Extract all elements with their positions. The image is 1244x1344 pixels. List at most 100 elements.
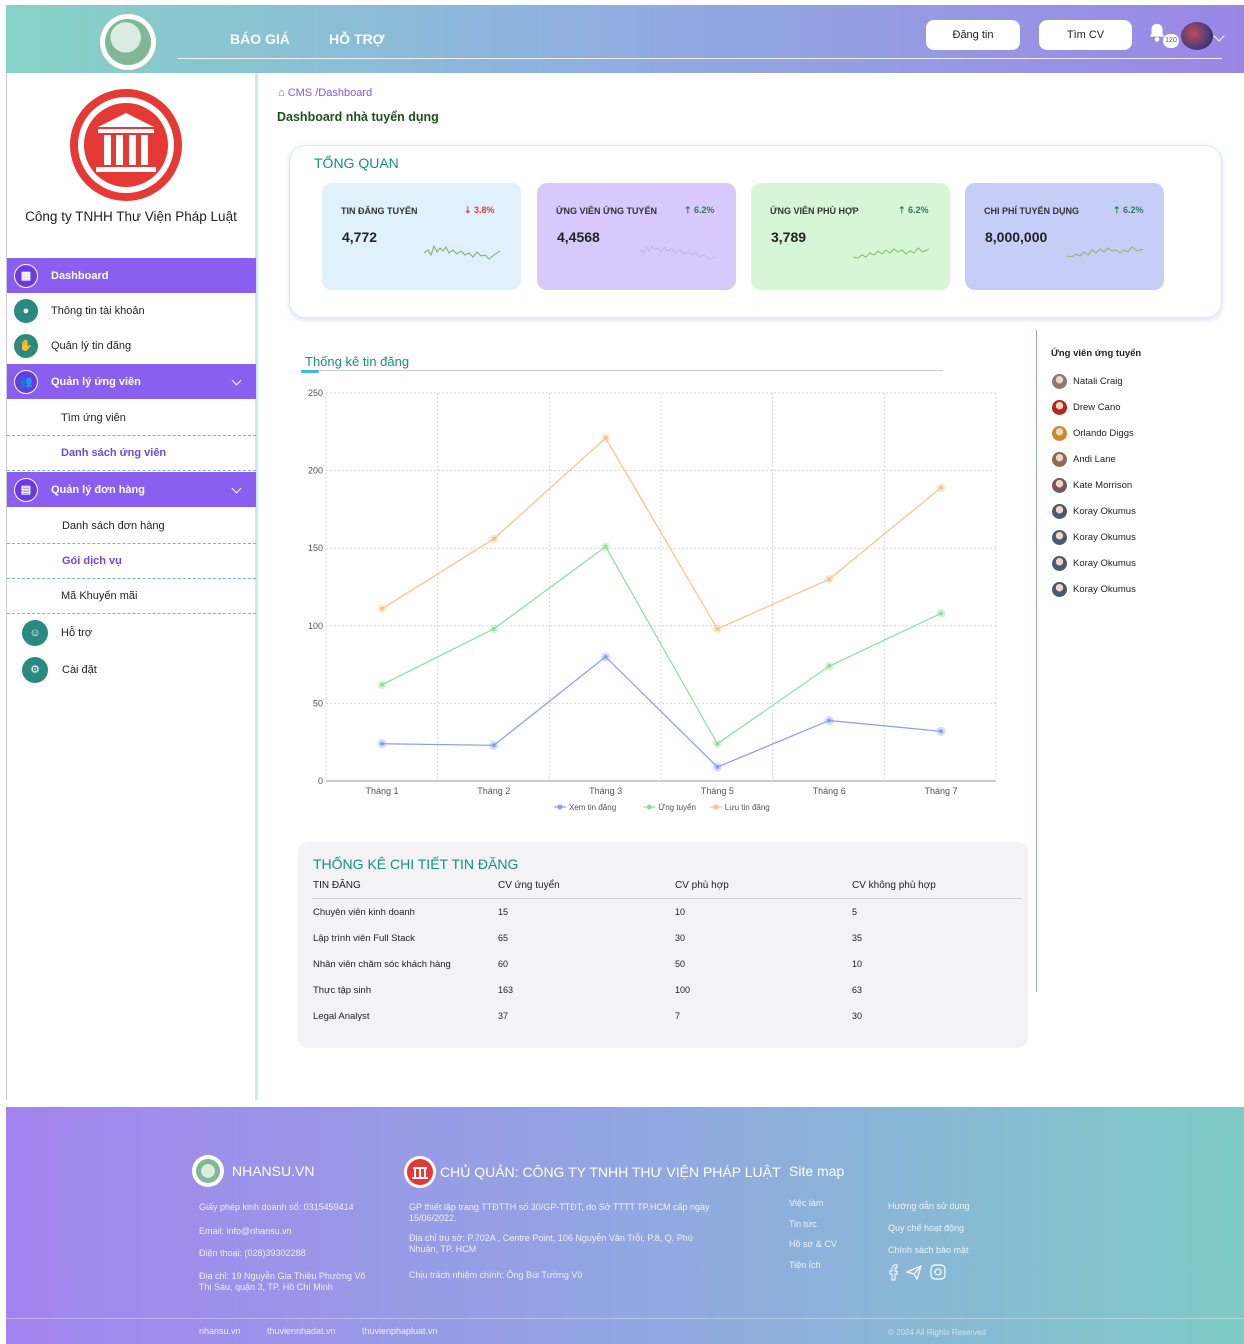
stat-delta-value: 6.2% (694, 205, 715, 215)
sidebar-item-settings[interactable]: ⚙ Cài đặt (15, 652, 264, 687)
candidate-item[interactable]: Koray Okumus (1052, 555, 1136, 571)
data-point-core (715, 626, 720, 631)
sidebar-item-support[interactable]: ☺ Hỗ trợ (15, 615, 264, 650)
chevron-down-icon (231, 483, 242, 494)
table-cell-title[interactable]: Thực tập sinh (313, 985, 371, 996)
company-name: Công ty TNHH Thư Viện Pháp Luật (25, 209, 237, 224)
x-tick-label: Tháng 2 (477, 786, 510, 796)
footer-phone[interactable]: Điện thoại: (028)39302288 (199, 1248, 379, 1259)
y-tick-label: 100 (308, 621, 323, 631)
footer-logo (192, 1155, 224, 1187)
arrow-up-icon: ⇡ (898, 205, 909, 215)
home-icon[interactable]: ⌂ (278, 87, 285, 99)
candidate-item[interactable]: Koray Okumus (1052, 581, 1136, 597)
breadcrumb-text[interactable]: CMS /Dashboard (288, 87, 372, 99)
legend-label: Ứng tuyển (658, 803, 696, 812)
stat-delta-value: 6.2% (908, 205, 929, 215)
table-cell: 35 (852, 933, 863, 943)
avatar (1052, 529, 1067, 545)
table-header: TIN ĐĂNG (313, 880, 361, 891)
sidebar-item-find-candidates[interactable]: Tìm ứng viên (7, 401, 256, 436)
table-cell-title[interactable]: Nhân viên chăm sóc khách hàng (313, 959, 451, 970)
sidebar-item-service-packages[interactable]: Gói dịch vụ (7, 544, 256, 579)
sidebar-item-order-list[interactable]: Danh sách đơn hàng (7, 509, 256, 544)
candidate-name: Koray Okumus (1073, 505, 1136, 517)
stat-label: CHI PHÍ TUYỂN DỤNG (984, 206, 1080, 216)
post-job-button[interactable]: Đăng tin (926, 20, 1020, 50)
document-icon: ▤ (14, 477, 38, 502)
sitemap-link[interactable]: Tin tức (789, 1219, 817, 1230)
user-avatar[interactable] (1181, 22, 1213, 50)
footer-link-thuviennhadat[interactable]: thuviennhadat.vn (267, 1326, 336, 1337)
sitemap-link[interactable]: Tiện ích (789, 1260, 821, 1271)
avatar (1052, 503, 1067, 519)
top-navbar: BÁO GIÁ HỖ TRỢ Đăng tin Tìm CV 120 (6, 5, 1244, 73)
footer-company-logo (404, 1156, 436, 1188)
sitemap-link[interactable]: Quy chế hoạt động (888, 1223, 964, 1234)
legend-label: Lưu tin đăng (725, 803, 770, 812)
data-point-core (603, 544, 608, 549)
sidebar-item-label: Danh sách đơn hàng (62, 520, 165, 532)
nav-ho-tro[interactable]: HỖ TRỢ (329, 31, 385, 47)
sidebar-item-manage-posts[interactable]: ✋ Quản lý tin đăng (7, 328, 256, 363)
stat-card[interactable]: ỨNG VIÊN PHÙ HỢP ⇡ 6.2% 3,789 (751, 183, 950, 290)
avatar (1052, 425, 1067, 441)
legend-swatch-dot (557, 804, 563, 810)
y-tick-label: 200 (308, 466, 323, 476)
stat-card[interactable]: ỨNG VIÊN ỨNG TUYỂN ⇡ 6.2% 4,4568 (537, 183, 736, 290)
find-cv-button[interactable]: Tìm CV (1039, 20, 1132, 50)
data-point-core (827, 718, 832, 723)
data-point-core (380, 741, 384, 746)
nhansu-logo[interactable] (98, 12, 158, 72)
data-point-core (380, 606, 384, 611)
sidebar-item-dashboard[interactable]: ▦ Dashboard (7, 258, 256, 293)
stat-delta: ⇣ 3.8% (464, 205, 495, 216)
sidebar-item-label: Hỗ trợ (61, 626, 93, 639)
table-header: CV phù hợp (675, 880, 729, 891)
sidebar-item-manage-candidates[interactable]: 👥 Quản lý ứng viên (7, 364, 256, 399)
arrow-up-icon: ⇡ (1113, 205, 1124, 215)
chevron-down-icon[interactable] (1213, 30, 1225, 42)
sitemap-link[interactable]: Chính sách bảo mật (888, 1245, 969, 1256)
x-tick-label: Tháng 1 (365, 786, 398, 796)
candidate-item[interactable]: Koray Okumus (1052, 529, 1136, 545)
sitemap-link[interactable]: Việc làm (789, 1198, 823, 1209)
chart-title: Thống kê tin đăng (305, 354, 410, 369)
stat-label: ỨNG VIÊN ỨNG TUYỂN (556, 206, 657, 216)
stat-card[interactable]: CHI PHÍ TUYỂN DỤNG ⇡ 6.2% 8,000,000 (965, 183, 1164, 290)
table-cell: 50 (675, 959, 686, 969)
avatar (1052, 477, 1067, 493)
footer-link-nhansu[interactable]: nhansu.vn (199, 1326, 241, 1337)
table-cell-title[interactable]: Lập trình viên Full Stack (313, 933, 415, 944)
stat-value: 8,000,000 (985, 229, 1048, 245)
candidate-item[interactable]: Andi Lane (1052, 451, 1116, 467)
sitemap-link[interactable]: Hướng dẫn sử dụng (888, 1201, 970, 1212)
sidebar-item-candidate-list[interactable]: Danh sách ứng viên (7, 436, 256, 471)
sidebar-item-label: Cài đặt (62, 663, 97, 676)
candidates-title: Ứng viên ứng tuyển (1051, 348, 1142, 359)
stat-card[interactable]: TIN ĐĂNG TUYỂN ⇣ 3.8% 4,772 (322, 183, 521, 290)
stat-delta: ⇡ 6.2% (684, 205, 715, 216)
table-cell: 10 (675, 907, 686, 917)
table-cell-title[interactable]: Chuyên viên kinh doanh (313, 907, 415, 918)
sidebar-item-promo-codes[interactable]: Mã Khuyến mãi (7, 579, 256, 614)
sidebar-item-account[interactable]: ● Thông tin tài khoản (7, 293, 256, 328)
nav-bao-gia[interactable]: BÁO GIÁ (230, 31, 290, 47)
footer-brand: NHANSU.VN (232, 1163, 315, 1179)
table-cell-title[interactable]: Legal Analyst (313, 1011, 370, 1022)
candidate-item[interactable]: Orlando Diggs (1052, 425, 1134, 441)
candidate-item[interactable]: Drew Cano (1052, 399, 1121, 415)
sidebar-item-manage-orders[interactable]: ▤ Quản lý đơn hàng (7, 472, 256, 507)
x-tick-label: Tháng 6 (813, 786, 846, 796)
sidebar-item-label: Danh sách ứng viên (61, 447, 167, 459)
support-icon: ☺ (22, 619, 48, 646)
footer-email[interactable]: Email: info@nhansu.vn (199, 1226, 379, 1237)
candidate-item[interactable]: Natali Craig (1052, 373, 1123, 389)
data-point-core (491, 626, 496, 631)
legend-swatch-dot (646, 804, 652, 810)
sitemap-link[interactable]: Hồ sơ & CV (789, 1239, 837, 1250)
candidate-item[interactable]: Kate Morrison (1052, 477, 1132, 493)
footer-link-thuvienphapluat[interactable]: thuvienphapluat.vn (362, 1326, 438, 1337)
candidate-item[interactable]: Koray Okumus (1052, 503, 1136, 519)
footer-office: Địa chỉ trụ sở: P.702A , Centre Point, 1… (409, 1233, 693, 1254)
